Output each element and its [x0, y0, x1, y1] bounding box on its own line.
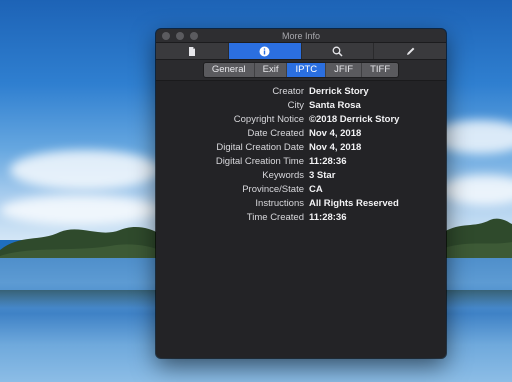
- metadata-value: All Rights Reserved: [309, 197, 399, 209]
- tab-info[interactable]: [228, 43, 302, 59]
- segment-general[interactable]: General: [204, 63, 255, 77]
- metadata-key: Creator: [272, 85, 304, 97]
- metadata-row: Time Created 11:28:36: [156, 210, 446, 224]
- tab-file-info[interactable]: [156, 43, 229, 59]
- metadata-value: ©2018 Derrick Story: [309, 113, 400, 125]
- window-controls: [162, 32, 198, 40]
- metadata-key: City: [287, 99, 304, 111]
- metadata-value: 11:28:36: [309, 211, 347, 223]
- pencil-icon: [406, 47, 415, 55]
- metadata-segment-bar: General Exif IPTC JFIF TIFF: [156, 60, 446, 81]
- iptc-metadata-list: Creator Derrick Story City Santa Rosa Co…: [156, 81, 446, 224]
- metadata-row: City Santa Rosa: [156, 98, 446, 112]
- metadata-row: Date Created Nov 4, 2018: [156, 126, 446, 140]
- metadata-key: Province/State: [242, 183, 304, 195]
- segment-jfif[interactable]: JFIF: [326, 63, 363, 77]
- minimize-window-button[interactable]: [176, 32, 184, 40]
- metadata-value: 3 Star: [309, 169, 336, 181]
- window-titlebar[interactable]: More Info: [156, 29, 446, 42]
- metadata-value: CA: [309, 183, 323, 195]
- tab-edit[interactable]: [374, 43, 446, 59]
- metadata-key: Digital Creation Time: [215, 155, 304, 167]
- metadata-segmented-control: General Exif IPTC JFIF TIFF: [202, 62, 400, 78]
- segment-exif[interactable]: Exif: [255, 63, 288, 77]
- metadata-key: Keywords: [262, 169, 304, 181]
- metadata-value: 11:28:36: [309, 155, 347, 167]
- metadata-key: Date Created: [247, 127, 304, 139]
- segment-iptc[interactable]: IPTC: [287, 63, 327, 77]
- metadata-row: Keywords 3 Star: [156, 168, 446, 182]
- tab-search[interactable]: [302, 43, 375, 59]
- metadata-value: Nov 4, 2018: [309, 141, 362, 153]
- metadata-row: Instructions All Rights Reserved: [156, 196, 446, 210]
- inspector-toolbar: [156, 42, 446, 60]
- metadata-key: Digital Creation Date: [216, 141, 304, 153]
- close-window-button[interactable]: [162, 32, 170, 40]
- metadata-row: Province/State CA: [156, 182, 446, 196]
- search-icon: [332, 46, 343, 57]
- document-icon: [188, 46, 195, 56]
- more-info-window: More Info General Exif IPTC JFIF TIFF Cr…: [156, 29, 446, 358]
- metadata-row: Copyright Notice ©2018 Derrick Story: [156, 112, 446, 126]
- wallpaper-cloud: [10, 150, 160, 190]
- metadata-value: Derrick Story: [309, 85, 369, 97]
- metadata-row: Creator Derrick Story: [156, 84, 446, 98]
- segment-tiff[interactable]: TIFF: [362, 63, 398, 77]
- metadata-row: Digital Creation Date Nov 4, 2018: [156, 140, 446, 154]
- zoom-window-button[interactable]: [190, 32, 198, 40]
- metadata-key: Instructions: [255, 197, 304, 209]
- window-title: More Info: [281, 30, 321, 41]
- metadata-value: Santa Rosa: [309, 99, 361, 111]
- metadata-key: Time Created: [246, 211, 304, 223]
- metadata-key: Copyright Notice: [233, 113, 304, 125]
- metadata-row: Digital Creation Time 11:28:36: [156, 154, 446, 168]
- metadata-value: Nov 4, 2018: [309, 127, 362, 139]
- info-icon: [259, 46, 270, 56]
